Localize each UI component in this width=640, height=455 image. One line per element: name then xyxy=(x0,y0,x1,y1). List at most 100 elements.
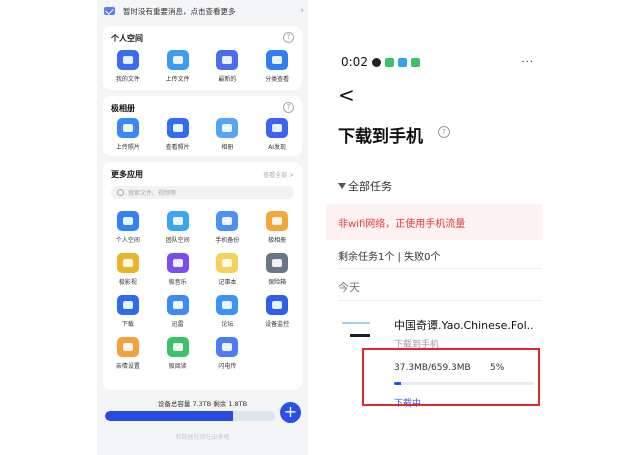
app-label: 亲情设置 xyxy=(115,363,140,370)
app-label: 我的文件 xyxy=(115,76,140,83)
app-item[interactable]: 最新的 xyxy=(203,50,253,83)
app-label: 手机备份 xyxy=(215,237,240,244)
app-label: 个人空间 xyxy=(115,237,140,244)
app-icon xyxy=(166,337,189,357)
app-item[interactable]: 设备监控 xyxy=(252,295,302,328)
personal-space-card: 个人空间 ? 我的文件 上传文件 最新的 分类查看 xyxy=(103,26,302,90)
app-icon xyxy=(166,295,189,315)
remaining-tasks: 剩余任务1个 | 失败0个 xyxy=(338,252,441,263)
app-item[interactable]: 团队空间 xyxy=(153,211,203,244)
app-label: 相册 xyxy=(221,144,234,151)
app-item[interactable]: 保险箱 xyxy=(252,253,302,286)
divider xyxy=(338,300,542,301)
app-label: 记事本 xyxy=(218,279,237,286)
help-icon[interactable]: ? xyxy=(283,102,294,113)
divider xyxy=(338,268,542,269)
app-label: 下载 xyxy=(121,321,134,328)
add-button[interactable]: + xyxy=(280,402,301,423)
app-item[interactable]: 分类查看 xyxy=(252,50,302,83)
app-item[interactable]: 极音乐 xyxy=(153,253,203,286)
filter-icon xyxy=(338,183,346,189)
alarm-icon xyxy=(371,57,381,67)
app-item[interactable]: 极相册 xyxy=(252,211,302,244)
more-apps-card: 更多应用 查看全部 > 搜索文件、视频等 个人空间 团队空间 手机备份 极相册 极影视极… xyxy=(103,162,302,390)
help-icon[interactable]: ? xyxy=(438,126,450,138)
app-icon xyxy=(266,295,289,315)
storage-bar xyxy=(105,411,275,421)
app-item[interactable]: 上传文件 xyxy=(153,50,203,83)
wechat-icon xyxy=(384,57,394,67)
app-icon xyxy=(116,211,139,231)
app-item[interactable]: 极阅读 xyxy=(153,337,203,370)
search-icon xyxy=(117,189,124,196)
file-name[interactable]: 中国奇谭.Yao.Chinese.Fol.. xyxy=(394,317,534,333)
mail-icon xyxy=(104,7,115,15)
notice-text: 暂时没有重要消息，点击查看更多 xyxy=(123,6,236,16)
app-icon xyxy=(166,211,189,231)
card-title: 更多应用 xyxy=(111,170,143,179)
apps-grid: 个人空间 团队空间 手机备份 极相册极影视 极音乐 记事本 保险箱下载 迅雷 论坛 设备监控亲情设… xyxy=(103,211,302,370)
app-label: 极阅读 xyxy=(168,363,187,370)
network-warning: 非wifi网络，正使用手机流量 xyxy=(326,204,542,240)
app-label: 保险箱 xyxy=(268,279,287,286)
app-item[interactable]: 极影视 xyxy=(103,253,153,286)
personal-grid: 我的文件 上传文件 最新的 分类查看 xyxy=(103,50,302,83)
app-label: 极音乐 xyxy=(168,279,187,286)
filter-all-tasks[interactable]: 全部任务 xyxy=(338,178,392,194)
message-icon xyxy=(410,57,420,67)
footer-faded-text: 和数据在现在出来呢 xyxy=(175,434,230,441)
app-label: 团队空间 xyxy=(165,237,190,244)
help-icon[interactable]: ? xyxy=(283,32,294,43)
app-icon xyxy=(216,211,239,231)
more-options-icon[interactable]: ··· xyxy=(521,57,534,68)
app-item[interactable]: 迅雷 xyxy=(153,295,203,328)
view-all-link[interactable]: 查看全部 > xyxy=(263,170,294,179)
app-label: 上传照片 xyxy=(115,144,140,151)
app-item[interactable]: AI发现 xyxy=(252,118,302,151)
app-icon xyxy=(166,50,189,70)
app-icon xyxy=(116,118,139,138)
app-item[interactable]: 论坛 xyxy=(203,295,253,328)
video-thumbnail xyxy=(342,318,370,344)
app-item[interactable]: 上传照片 xyxy=(103,118,153,151)
app-icon xyxy=(216,253,239,273)
app-item[interactable]: 相册 xyxy=(203,118,253,151)
app-label: AI发现 xyxy=(268,144,287,151)
app-label: 设备监控 xyxy=(265,321,290,328)
app-label: 最新的 xyxy=(218,76,237,83)
back-icon[interactable]: < xyxy=(338,83,355,107)
highlight-box xyxy=(362,348,540,406)
app-icon xyxy=(216,337,239,357)
app-label: 极影视 xyxy=(118,279,137,286)
app-icon xyxy=(116,253,139,273)
app-icon xyxy=(116,295,139,315)
app-item[interactable]: 查看照片 xyxy=(153,118,203,151)
album-grid: 上传照片 查看照片 相册 AI发现 xyxy=(103,118,302,151)
chevron-right-icon: › xyxy=(300,6,304,16)
app-label: 迅雷 xyxy=(171,321,184,328)
search-input[interactable]: 搜索文件、视频等 xyxy=(111,186,294,199)
app-item[interactable]: 我的文件 xyxy=(103,50,153,83)
album-card: 极相册 ? 上传照片 查看照片 相册 AI发现 xyxy=(103,96,302,156)
app-icon xyxy=(266,118,289,138)
app-item[interactable]: 闪电传 xyxy=(203,337,253,370)
storage-summary: 设备总容量 7.3TB 剩余 1.8TB xyxy=(157,400,248,408)
notice-bar[interactable]: 暂时没有重要消息，点击查看更多 › xyxy=(104,0,304,22)
app-icon xyxy=(166,253,189,273)
app-icon xyxy=(266,253,289,273)
card-title: 极相册 xyxy=(111,104,135,113)
app-icon xyxy=(397,57,407,67)
section-today: 今天 xyxy=(338,281,360,294)
app-item[interactable]: 个人空间 xyxy=(103,211,153,244)
card-title: 个人空间 xyxy=(111,34,143,43)
storage-fill xyxy=(105,411,233,421)
app-item[interactable]: 记事本 xyxy=(203,253,253,286)
app-label: 极相册 xyxy=(268,237,287,244)
app-item[interactable]: 亲情设置 xyxy=(103,337,153,370)
app-icon xyxy=(116,337,139,357)
left-phone-screen: 暂时没有重要消息，点击查看更多 › 个人空间 ? 我的文件 上传文件 最新的 分类查看… xyxy=(97,0,308,455)
app-item[interactable]: 手机备份 xyxy=(203,211,253,244)
app-label: 查看照片 xyxy=(165,144,190,151)
app-icon xyxy=(216,50,239,70)
app-item[interactable]: 下载 xyxy=(103,295,153,328)
